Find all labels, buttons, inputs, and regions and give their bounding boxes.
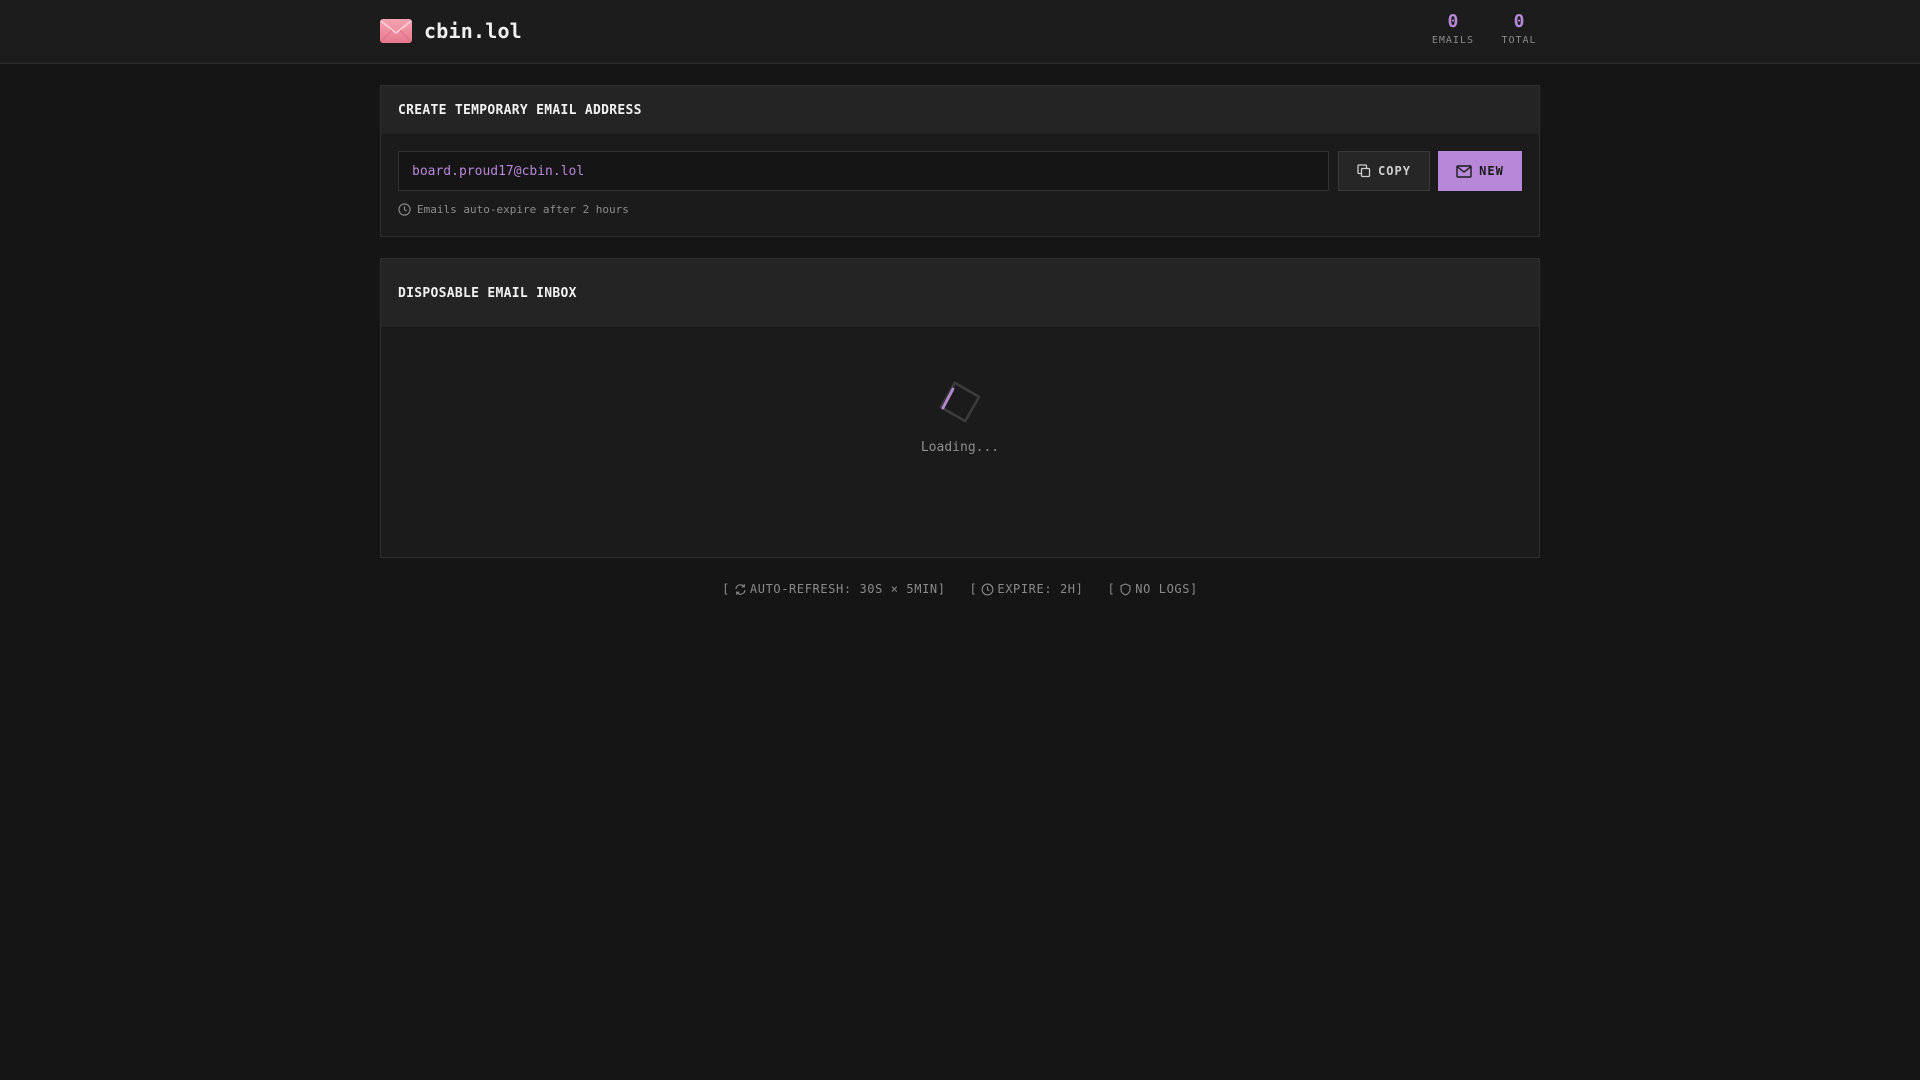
expiry-note-text: Emails auto-expire after 2 hours [417,203,629,216]
create-card-title: CREATE TEMPORARY EMAIL ADDRESS [381,86,1539,134]
inbox-loading: Loading... [381,327,1539,557]
no-logs-text: NO LOGS] [1135,582,1198,596]
expiry-note: Emails auto-expire after 2 hours [398,203,629,216]
stat-emails: 0 EMAILS [1432,10,1474,48]
shield-icon [1120,582,1131,596]
copy-button[interactable]: COPY [1338,151,1430,191]
new-email-button[interactable]: NEW [1438,151,1522,191]
inbox-card-title: DISPOSABLE EMAIL INBOX [381,259,1539,327]
footer-expire: [ EXPIRE: 2H] [970,582,1084,596]
bracket-open: [ [1107,582,1116,596]
inbox-card: DISPOSABLE EMAIL INBOX Loading... [380,258,1540,558]
loading-spinner-icon [939,381,981,423]
copy-button-label: COPY [1378,164,1411,178]
stat-total-label: TOTAL [1501,35,1537,46]
loading-text: Loading... [920,440,1000,455]
create-email-card: CREATE TEMPORARY EMAIL ADDRESS COPY NEW … [380,85,1540,237]
footer-status: [ AUTO-REFRESH: 30S × 5MIN] [ EXPIRE: 2H… [0,582,1920,596]
top-bar: cbin.lol 0 EMAILS 0 TOTAL [0,0,1920,64]
clock-icon [981,583,994,595]
new-button-label: NEW [1479,164,1504,178]
brand-name: cbin.lol [424,19,522,43]
mail-icon [1456,164,1472,178]
brand[interactable]: cbin.lol [380,19,522,43]
bracket-open: [ [722,582,730,596]
stats: 0 EMAILS 0 TOTAL [1432,10,1540,48]
auto-refresh-text: AUTO-REFRESH: 30S × 5MIN] [749,582,946,596]
refresh-icon [735,583,746,595]
stat-emails-label: EMAILS [1431,35,1474,46]
bracket-open: [ [969,582,978,596]
email-row: COPY NEW [398,151,1522,191]
stat-total-value: 0 [1513,11,1525,32]
stat-total: 0 TOTAL [1498,10,1540,48]
footer-auto-refresh: [ AUTO-REFRESH: 30S × 5MIN] [722,582,945,596]
stat-emails-value: 0 [1447,11,1459,32]
footer-no-logs: [ NO LOGS] [1107,582,1197,596]
email-address-field[interactable] [398,151,1329,191]
clock-icon [398,203,411,216]
copy-icon [1357,164,1371,178]
expire-text: EXPIRE: 2H] [997,582,1084,596]
envelope-icon [380,19,412,43]
